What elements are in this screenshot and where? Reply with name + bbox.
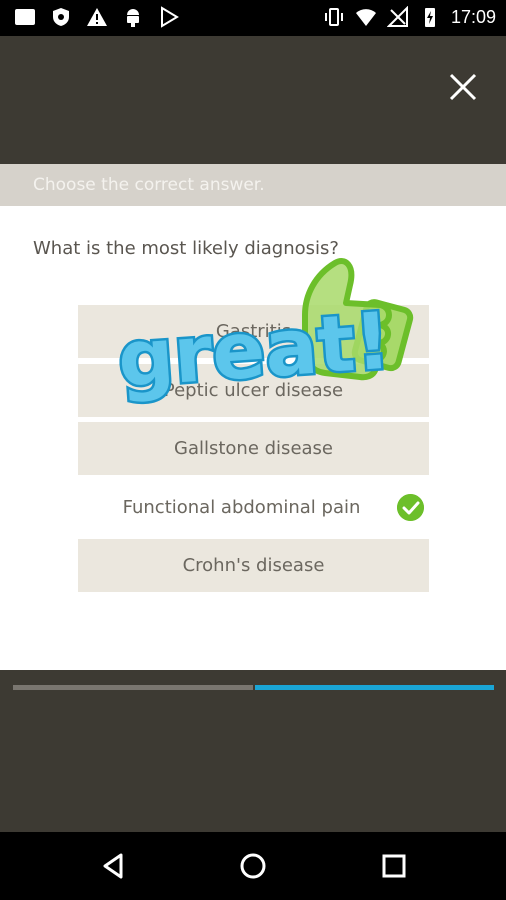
system-icons: 17:09 [323,6,496,28]
wifi-icon [355,9,376,26]
no-signal-icon [386,6,408,27]
progress-current [255,685,494,690]
home-icon[interactable] [236,849,270,883]
answer-option-label: Functional abdominal pain [122,497,361,518]
instruction-bar: Choose the correct answer. [0,164,506,206]
notification-icons [14,6,180,28]
check-icon [397,494,424,521]
answer-option-label: Gallstone disease [174,438,333,459]
recents-icon[interactable] [377,849,411,883]
progress-completed [13,685,253,690]
android-icon [127,9,139,27]
answer-option-label: Crohn's disease [182,555,325,576]
clock: 17:09 [450,6,496,27]
question-card: What is the most likely diagnosis? Gastr… [0,206,506,670]
answer-option[interactable]: Crohn's disease [78,539,429,592]
vibrate-icon [324,8,343,26]
answer-option[interactable]: Gastritis [78,305,429,358]
navigation-bar [0,832,506,900]
answer-option[interactable]: Gallstone disease [78,422,429,475]
gallery-icon [15,9,35,25]
play-store-icon [161,6,179,28]
answer-option-correct[interactable]: Functional abdominal pain [78,481,429,534]
instruction-text: Choose the correct answer. [33,175,265,195]
back-icon[interactable] [97,849,131,883]
shield-icon [53,8,69,26]
question-text: What is the most likely diagnosis? [33,238,339,259]
lesson-header [0,36,506,164]
answer-option[interactable]: Peptic ulcer disease [78,364,429,417]
answer-option-label: Gastritis [215,321,292,342]
battery-charging-icon [424,8,435,27]
close-icon[interactable] [446,70,480,104]
warning-icon [87,8,107,26]
status-bar: 17:09 [0,0,506,36]
answer-option-label: Peptic ulcer disease [163,380,344,401]
